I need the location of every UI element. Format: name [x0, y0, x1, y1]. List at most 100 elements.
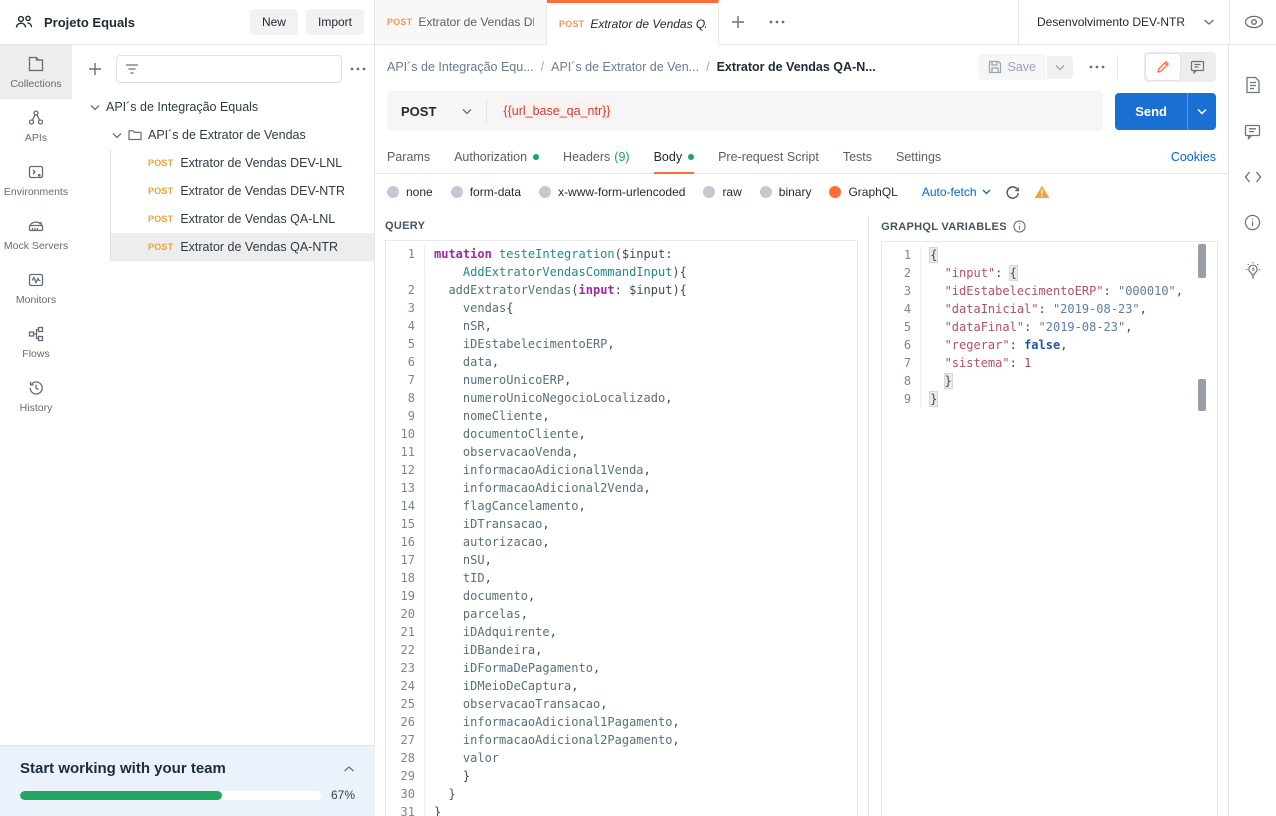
collections-icon — [27, 55, 45, 73]
body-type-row: none form-data x-www-form-urlencoded raw… — [375, 174, 1228, 210]
breadcrumb: API´s de Integração Equ... / API´s de Ex… — [387, 60, 978, 74]
sidebar-item-monitors[interactable]: Monitors — [0, 261, 72, 315]
new-button[interactable]: New — [250, 9, 298, 35]
tree-request-qa-lnl[interactable]: POST Extrator de Vendas QA-LNL — [111, 205, 374, 233]
onboarding-progress-bar — [20, 791, 321, 800]
add-collection-button[interactable] — [88, 62, 102, 76]
breadcrumb-request[interactable]: Extrator de Vendas QA-N... — [717, 60, 876, 74]
variables-editor[interactable]: 1{2 "input": {3 "idEstabelecimentoERP": … — [881, 241, 1218, 816]
variables-scrollbar-thumb[interactable] — [1198, 244, 1206, 278]
request-tab-dev-ntr[interactable]: POST Extrator de Vendas DEV- — [375, 0, 547, 44]
chevron-down-icon — [90, 104, 100, 111]
workspace-header: Projeto Equals New Import — [0, 0, 375, 44]
save-icon — [988, 60, 1002, 74]
tab-settings[interactable]: Settings — [896, 141, 941, 173]
workspace-name[interactable]: Projeto Equals — [44, 15, 242, 30]
sidebar-rail: Collections APIs Environments Mock Serve… — [0, 45, 72, 816]
sidebar-item-flows[interactable]: Flows — [0, 315, 72, 369]
breadcrumb-folder[interactable]: API´s de Extrator de Ven... — [551, 60, 699, 74]
url-row: POST {{url_base_qa_ntr}} Send — [375, 89, 1228, 141]
save-group: Save — [978, 52, 1217, 82]
team-icon — [14, 13, 34, 31]
refresh-schema-icon[interactable] — [1005, 185, 1020, 200]
bodytype-raw[interactable]: raw — [703, 185, 741, 199]
bodytype-graphql-selected[interactable]: GraphQL — [829, 185, 897, 199]
tab-params[interactable]: Params — [387, 141, 430, 173]
url-input[interactable]: {{url_base_qa_ntr}} — [501, 102, 612, 120]
query-panel: QUERY 1mutation testeIntegration($input:… — [385, 216, 868, 816]
left-sidebar: Collections APIs Environments Mock Serve… — [0, 45, 375, 816]
import-button[interactable]: Import — [306, 9, 364, 35]
variables-panel: GRAPHQL VARIABLES 1{2 "input": {3 "idEst… — [868, 216, 1218, 816]
send-options-chevron[interactable] — [1187, 93, 1216, 130]
request-tabstrip: POST Extrator de Vendas DEV- POST Extrat… — [375, 0, 1018, 44]
apis-icon — [27, 109, 45, 127]
save-options-chevron[interactable] — [1047, 56, 1073, 79]
tree-folder-children: POST Extrator de Vendas DEV-LNL POST Ext… — [110, 149, 374, 261]
chevron-up-icon[interactable] — [343, 765, 355, 773]
environment-eye-icon[interactable] — [1229, 0, 1264, 44]
bodytype-urlencoded[interactable]: x-www-form-urlencoded — [539, 185, 685, 199]
autofetch-dropdown[interactable]: Auto-fetch — [922, 185, 991, 199]
tab-body-active[interactable]: Body — [654, 141, 695, 173]
bodytype-binary[interactable]: binary — [760, 185, 812, 199]
new-tab-button[interactable] — [719, 0, 757, 44]
breadcrumb-collection[interactable]: API´s de Integração Equ... — [387, 60, 534, 74]
sidebar-item-collections[interactable]: Collections — [0, 45, 72, 99]
request-tab-qa-ntr-active[interactable]: POST Extrator de Vendas QA- — [547, 0, 719, 45]
sidebar-item-environments[interactable]: Environments — [0, 153, 72, 207]
breadcrumb-row: API´s de Integração Equ... / API´s de Ex… — [375, 45, 1228, 89]
team-banner: Start working with your team 67% — [0, 745, 375, 816]
green-dot — [688, 154, 694, 160]
method-select[interactable]: POST — [387, 104, 486, 119]
warning-icon[interactable] — [1034, 185, 1050, 199]
right-rail — [1228, 45, 1276, 816]
sidebar-item-apis[interactable]: APIs — [0, 99, 72, 153]
tree-collection-root[interactable]: API´s de Integração Equals — [72, 93, 374, 121]
environment-selector[interactable]: Desenvolvimento DEV-NTR — [1018, 0, 1276, 44]
tab-headers[interactable]: Headers(9) — [563, 141, 630, 173]
lightbulb-icon[interactable] — [1244, 246, 1262, 295]
request-pane: API´s de Integração Equ... / API´s de Ex… — [375, 45, 1228, 816]
banner-title: Start working with your team — [20, 760, 343, 777]
bodytype-form-data[interactable]: form-data — [451, 185, 521, 199]
history-icon — [27, 379, 45, 397]
save-button[interactable]: Save — [978, 54, 1047, 80]
cookies-link[interactable]: Cookies — [1171, 150, 1216, 164]
tab-authorization[interactable]: Authorization — [454, 141, 539, 173]
chevron-down-icon — [462, 108, 472, 115]
send-button[interactable]: Send — [1115, 93, 1187, 130]
filter-input[interactable] — [116, 55, 342, 83]
mock-servers-icon — [27, 217, 45, 235]
comments-icon[interactable] — [1244, 109, 1261, 155]
request-more-icon[interactable] — [1089, 65, 1105, 69]
tab-tests[interactable]: Tests — [843, 141, 872, 173]
bodytype-none[interactable]: none — [387, 185, 433, 199]
progress-percent: 67% — [331, 788, 355, 802]
documentation-icon[interactable] — [1245, 61, 1261, 109]
sidebar-item-mock-servers[interactable]: Mock Servers — [0, 207, 72, 261]
tree-request-qa-ntr-selected[interactable]: POST Extrator de Vendas QA-NTR — [111, 233, 374, 261]
variables-scrollbar-thumb[interactable] — [1198, 379, 1206, 411]
monitors-icon — [27, 271, 45, 289]
edit-mode-button[interactable] — [1146, 54, 1180, 80]
tab-options-icon[interactable] — [757, 0, 797, 44]
url-bar: POST {{url_base_qa_ntr}} — [387, 91, 1103, 131]
tree-controls — [72, 45, 374, 93]
sidebar-item-history[interactable]: History — [0, 369, 72, 423]
code-snippet-icon[interactable] — [1244, 155, 1262, 199]
postman-app: Projeto Equals New Import POST Extrator … — [0, 0, 1276, 816]
tree-request-dev-ntr[interactable]: POST Extrator de Vendas DEV-NTR — [111, 177, 374, 205]
variables-panel-title: GRAPHQL VARIABLES — [881, 216, 1218, 241]
flows-icon — [27, 325, 45, 343]
query-editor[interactable]: 1mutation testeIntegration($input: AddEx… — [385, 240, 858, 816]
comment-mode-button[interactable] — [1180, 54, 1214, 80]
tab-prerequest-script[interactable]: Pre-request Script — [718, 141, 819, 173]
chevron-down-icon — [1203, 18, 1215, 26]
tree-more-icon[interactable] — [350, 67, 366, 71]
info-icon — [1013, 220, 1026, 233]
tree-folder[interactable]: API´s de Extrator de Vendas — [72, 121, 374, 149]
graphql-editors: QUERY 1mutation testeIntegration($input:… — [375, 210, 1228, 816]
info-icon[interactable] — [1244, 199, 1261, 246]
tree-request-dev-lnl[interactable]: POST Extrator de Vendas DEV-LNL — [111, 149, 374, 177]
